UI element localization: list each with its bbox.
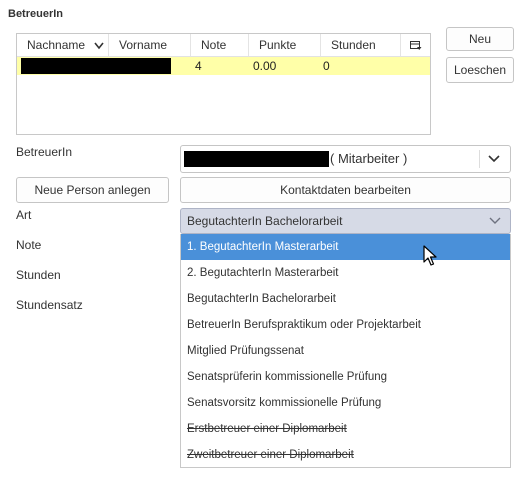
column-header-vorname[interactable]: Vorname xyxy=(109,34,191,56)
chevron-down-icon xyxy=(489,217,501,224)
column-header-punkte[interactable]: Punkte xyxy=(249,34,321,56)
dropdown-option[interactable]: Senatsvorsitz kommissionelle Prüfung xyxy=(181,390,510,416)
column-header-note[interactable]: Note xyxy=(191,34,249,56)
dropdown-option[interactable]: Mitglied Prüfungssenat xyxy=(181,338,510,364)
art-label: Art xyxy=(16,208,32,222)
art-select[interactable]: BegutachterIn Bachelorarbeit xyxy=(180,208,511,234)
dropdown-option[interactable]: BegutachterIn Bachelorarbeit xyxy=(181,286,510,312)
dropdown-option[interactable]: Erstbetreuer einer Diplomarbeit xyxy=(181,416,510,442)
neu-button[interactable]: Neu xyxy=(446,27,514,51)
select-separator xyxy=(479,150,480,168)
dropdown-option[interactable]: 1. BegutachterIn Masterarbeit xyxy=(181,234,510,260)
betreuer-select-suffix: ( Mitarbeiter ) xyxy=(330,151,408,166)
mouse-cursor-icon xyxy=(423,245,437,266)
betreuer-select[interactable]: ( Mitarbeiter ) xyxy=(180,145,511,173)
column-header-nachname[interactable]: Nachname xyxy=(17,34,109,56)
stunden-label: Stunden xyxy=(16,268,61,282)
column-label: Punkte xyxy=(259,38,297,52)
column-label: Nachname xyxy=(27,38,86,52)
betreuerin-label: BetreuerIn xyxy=(16,145,73,159)
art-dropdown-list: 1. BegutachterIn Masterarbeit 2. Begutac… xyxy=(180,234,511,468)
dropdown-option[interactable]: BetreuerIn Berufspraktikum oder Projekta… xyxy=(181,312,510,338)
chevron-down-icon xyxy=(94,42,104,50)
neue-person-button[interactable]: Neue Person anlegen xyxy=(16,177,169,203)
note-label: Note xyxy=(16,238,42,252)
section-title: BetreuerIn xyxy=(8,8,64,20)
grid-header: Nachname Vorname Note Punkte Stunden xyxy=(17,34,430,57)
loeschen-button[interactable]: Loeschen xyxy=(446,57,514,83)
column-label: Stunden xyxy=(331,38,376,52)
table-row[interactable]: 4 0.00 0 xyxy=(17,57,430,75)
column-label: Vorname xyxy=(119,38,168,52)
redacted-name xyxy=(21,58,171,74)
column-label: Note xyxy=(201,38,227,52)
dropdown-option[interactable]: Zweitbetreuer einer Diplomarbeit xyxy=(181,442,510,468)
betreuer-grid: Nachname Vorname Note Punkte Stunden 4 0… xyxy=(16,33,431,135)
stundensatz-label: Stundensatz xyxy=(16,298,83,312)
column-menu-button[interactable] xyxy=(401,34,430,56)
dropdown-option[interactable]: Senatsprüferin kommissionelle Prüfung xyxy=(181,364,510,390)
art-select-value: BegutachterIn Bachelorarbeit xyxy=(187,214,343,228)
dropdown-option[interactable]: 2. BegutachterIn Masterarbeit xyxy=(181,260,510,286)
cell-note: 4 xyxy=(195,59,202,73)
chevron-down-icon xyxy=(488,155,500,163)
column-header-stunden[interactable]: Stunden xyxy=(321,34,401,56)
column-menu-icon xyxy=(410,41,422,50)
redacted-name xyxy=(184,151,329,167)
kontaktdaten-button[interactable]: Kontaktdaten bearbeiten xyxy=(180,177,511,203)
cell-stunden: 0 xyxy=(323,59,330,73)
cell-punkte: 0.00 xyxy=(253,59,277,73)
